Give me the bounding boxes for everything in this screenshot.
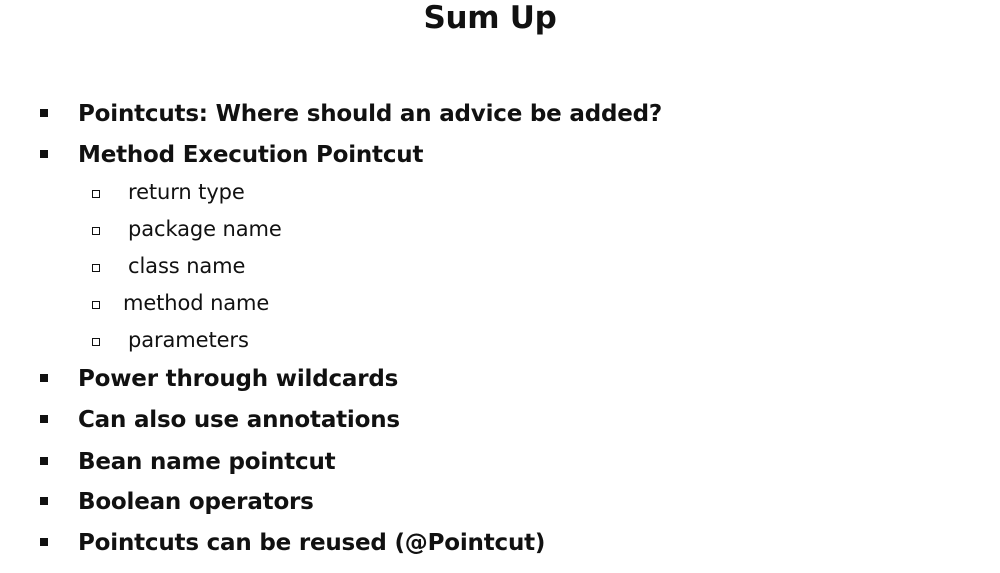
sub-bullet-text: return type [128,180,245,204]
bullet-text: Can also use annotations [78,407,400,433]
sub-bullet-text: class name [128,254,246,278]
slide: Sum Up Pointcuts: Where should an advice… [0,0,1000,573]
square-bullet-icon [40,150,48,158]
sub-bullet-text: parameters [128,328,249,352]
bullet-text: Power through wildcards [78,366,399,392]
sub-bullet-text: method name [123,291,270,315]
hollow-square-bullet-icon [92,190,100,198]
square-bullet-icon [40,538,48,546]
hollow-square-bullet-icon [92,338,100,346]
bullet-text: Boolean operators [78,489,314,515]
square-bullet-icon [40,457,48,465]
square-bullet-icon [40,109,48,117]
square-bullet-icon [40,497,48,505]
sub-bullet-text: package name [128,217,282,241]
slide-title: Sum Up [423,0,557,36]
bullet-text: Bean name pointcut [78,449,336,475]
bullet-text: Pointcuts: Where should an advice be add… [78,101,663,127]
hollow-square-bullet-icon [92,227,100,235]
hollow-square-bullet-icon [92,264,100,272]
square-bullet-icon [40,374,48,382]
bullet-text: Pointcuts can be reused (@Pointcut) [78,530,546,556]
square-bullet-icon [40,415,48,423]
hollow-square-bullet-icon [92,301,100,309]
bullet-text: Method Execution Pointcut [78,142,424,168]
